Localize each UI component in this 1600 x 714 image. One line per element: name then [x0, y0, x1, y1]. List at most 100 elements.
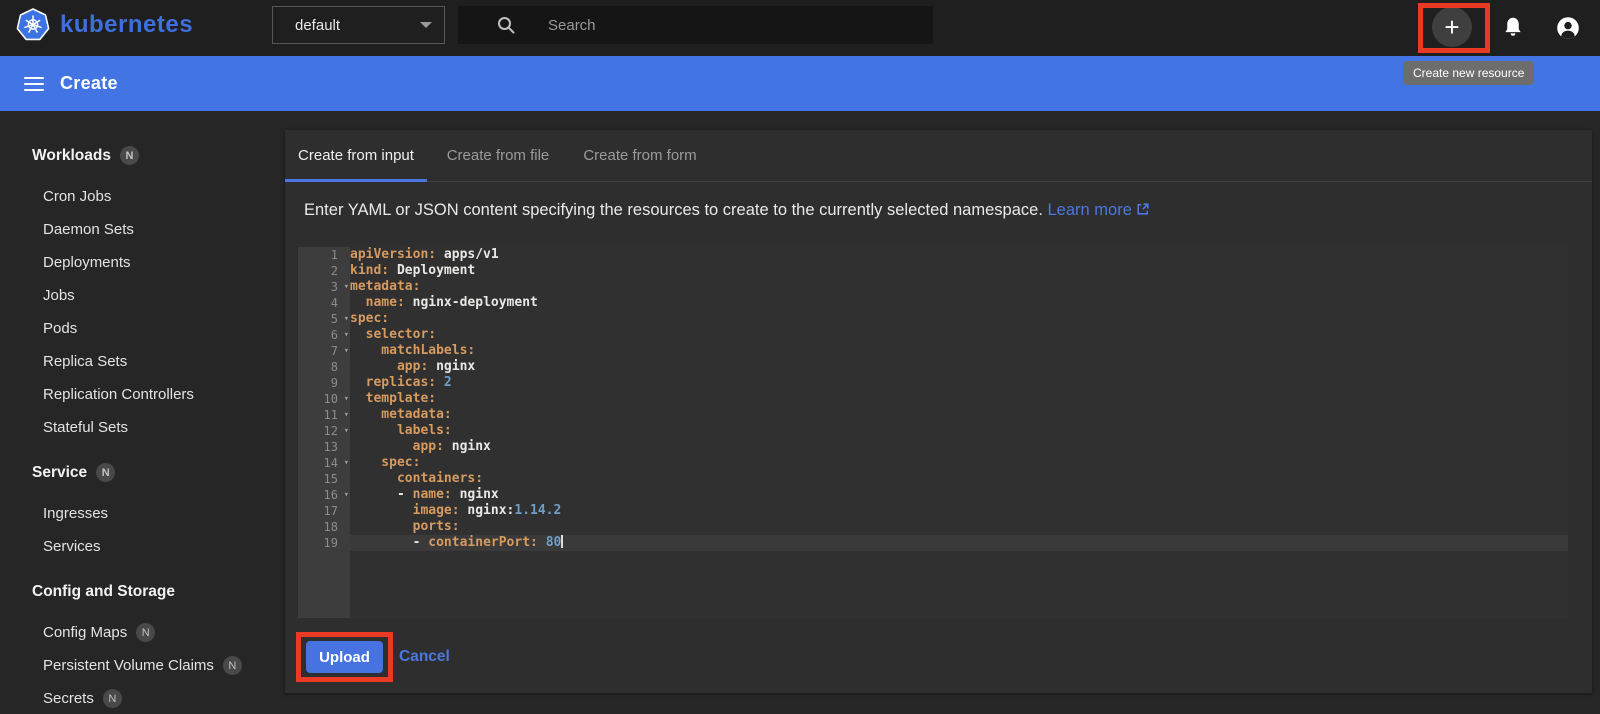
sidebar-item-label: Ingresses [43, 505, 109, 522]
sidebar-item-secrets[interactable]: Secrets N [0, 682, 285, 714]
token-val [538, 535, 546, 550]
editor-line: 18 ports: [298, 519, 1568, 535]
sidebar-item-deployments[interactable]: Deployments [0, 246, 285, 279]
cancel-button[interactable]: Cancel [399, 648, 450, 666]
text-cursor [561, 535, 564, 548]
token-key: app: [350, 439, 444, 454]
fold-arrow-icon[interactable]: ▾ [344, 279, 349, 295]
tab-create-from-input[interactable]: Create from input [285, 130, 427, 182]
token-key: selector: [350, 327, 437, 342]
line-number-value: 7 [330, 344, 338, 358]
line-number-value: 15 [323, 472, 338, 486]
sidebar-item-label: Cron Jobs [43, 188, 112, 205]
token-key: metadata: [350, 407, 452, 422]
editor-line: 19 - containerPort: 80 [298, 535, 1568, 551]
editor-line: 1 apiVersion: apps/v1 [298, 247, 1568, 263]
sidebar-item-cron-jobs[interactable]: Cron Jobs [0, 180, 285, 213]
editor-line: 4 name: nginx-deployment [298, 295, 1568, 311]
line-number: 7 ▾ [298, 343, 350, 359]
line-number: 15 [298, 471, 350, 487]
namespace-selector[interactable]: default [272, 6, 445, 44]
line-number: 2 [298, 263, 350, 279]
sidebar-item-stateful-sets[interactable]: Stateful Sets [0, 411, 285, 444]
code-line: spec: [350, 455, 1568, 471]
fold-arrow-icon[interactable]: ▾ [344, 455, 349, 471]
line-number-value: 19 [323, 536, 338, 550]
sidebar-item-label: Jobs [43, 287, 75, 304]
sidebar-item-label: Persistent Volume Claims [43, 657, 214, 674]
sidebar-item-services[interactable]: Services [0, 530, 285, 563]
editor-line: 13 app: nginx [298, 439, 1568, 455]
token-key: apiVersion: [350, 247, 437, 262]
sidebar-item-pods[interactable]: Pods [0, 312, 285, 345]
code-line: template: [350, 391, 1568, 407]
token-key: image: [350, 503, 460, 518]
line-number-value: 11 [323, 408, 338, 422]
token-val: apps/v1 [436, 247, 499, 262]
fold-arrow-icon[interactable]: ▾ [344, 407, 349, 423]
fold-arrow-icon[interactable]: ▾ [344, 423, 349, 439]
upload-button[interactable]: Upload [306, 641, 383, 673]
line-number-value: 4 [330, 296, 338, 310]
code-line: kind: Deployment [350, 263, 1568, 279]
sidebar-item-label: Daemon Sets [43, 221, 134, 238]
sidebar-item-jobs[interactable]: Jobs [0, 279, 285, 312]
sidebar-item-config-maps[interactable]: Config Maps N [0, 616, 285, 649]
code-line: app: nginx [350, 439, 1568, 455]
line-number-value: 16 [323, 488, 338, 502]
token-key: app: [350, 359, 429, 374]
description-body: Enter YAML or JSON content specifying th… [304, 201, 1043, 219]
search-input[interactable] [548, 16, 888, 34]
editor-line: 10 ▾ template: [298, 391, 1568, 407]
chevron-down-icon [420, 22, 432, 28]
search-bar[interactable] [458, 6, 933, 44]
notifications-button[interactable] [1501, 16, 1525, 45]
editor-line: 6 ▾ selector: [298, 327, 1568, 343]
token-key: template: [350, 391, 437, 406]
fold-arrow-icon[interactable]: ▾ [344, 327, 349, 343]
code-line: containers: [350, 471, 1568, 487]
tab-create-from-form[interactable]: Create from form [569, 130, 711, 181]
tab-label: Create from form [583, 147, 697, 164]
line-number-value: 8 [330, 360, 338, 374]
sidebar-item-daemon-sets[interactable]: Daemon Sets [0, 213, 285, 246]
tooltip-create-new-resource: Create new resource [1403, 61, 1535, 85]
open-in-new-icon [1137, 203, 1149, 215]
sidebar-item-label: Pods [43, 320, 78, 337]
line-number: 13 [298, 439, 350, 455]
line-number-value: 18 [323, 520, 338, 534]
token-key: containerPort: [428, 535, 538, 550]
sidebar-item-persistent-volume-claims[interactable]: Persistent Volume Claims N [0, 649, 285, 682]
line-number: 5 ▾ [298, 311, 350, 327]
editor-lines: 1 apiVersion: apps/v1 2 kind: Deployment 3 ▾ m… [298, 247, 1568, 551]
description-text: Enter YAML or JSON content specifying th… [304, 201, 1150, 220]
learn-more-link[interactable]: Learn more [1048, 201, 1132, 219]
kubernetes-helm-icon [16, 8, 50, 41]
bell-icon [1505, 17, 1521, 36]
sidebar-item-ingresses[interactable]: Ingresses [0, 497, 285, 530]
sidebar-item-replica-sets[interactable]: Replica Sets [0, 345, 285, 378]
fold-arrow-icon[interactable]: ▾ [344, 391, 349, 407]
top-bar: kubernetes default + [0, 0, 1600, 56]
editor-line: 3 ▾ metadata: [298, 279, 1568, 295]
tab-create-from-file[interactable]: Create from file [427, 130, 569, 181]
kubernetes-logo[interactable]: kubernetes [16, 8, 193, 42]
new-badge: N [102, 689, 122, 708]
token-key: name: [412, 487, 452, 502]
yaml-editor[interactable]: 1 apiVersion: apps/v1 2 kind: Deployment 3 ▾ m… [298, 247, 1568, 618]
fold-arrow-icon[interactable]: ▾ [344, 487, 349, 503]
fold-arrow-icon[interactable]: ▾ [344, 343, 349, 359]
code-line: - containerPort: 80 [350, 535, 1568, 551]
fold-arrow-icon[interactable]: ▾ [344, 311, 349, 327]
token-val: - [350, 487, 413, 502]
line-number: 19 [298, 535, 350, 551]
code-line: matchLabels: [350, 343, 1568, 359]
code-line: - name: nginx [350, 487, 1568, 503]
account-button[interactable] [1556, 16, 1580, 45]
line-number: 4 [298, 295, 350, 311]
menu-button[interactable] [24, 73, 44, 95]
sidebar-item-replication-controllers[interactable]: Replication Controllers [0, 378, 285, 411]
new-badge: N [96, 463, 116, 482]
create-new-resource-button[interactable]: + [1432, 7, 1472, 47]
line-number-value: 17 [323, 504, 338, 518]
